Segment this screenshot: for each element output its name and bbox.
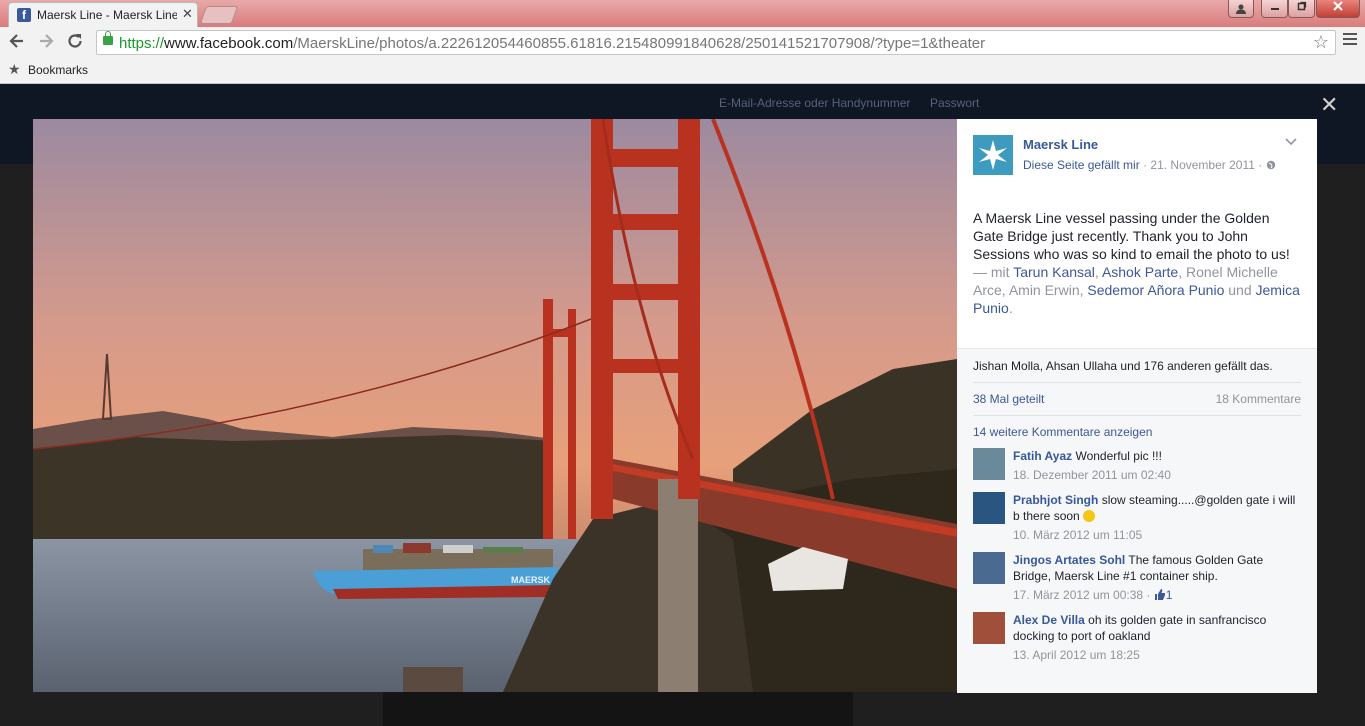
address-bar[interactable]: https://www.facebook.com/MaerskLine/phot… xyxy=(96,30,1336,55)
back-icon[interactable] xyxy=(8,32,26,54)
commenter-name[interactable]: Jingos Artates Sohl xyxy=(1013,553,1125,567)
user-profile-button[interactable] xyxy=(1228,0,1254,18)
restore-button[interactable] xyxy=(1288,0,1315,18)
tab-title: Maersk Line - Maersk Line xyxy=(37,8,177,22)
bookmarks-bar: ★ Bookmarks xyxy=(0,58,1365,84)
tag-link[interactable]: Ashok Parte xyxy=(1102,264,1178,280)
restore-icon xyxy=(1297,1,1306,11)
minimize-icon xyxy=(1270,8,1279,10)
comment-time[interactable]: 18. Dezember 2011 um 02:40 xyxy=(1013,467,1303,483)
commenter-name[interactable]: Fatih Ayaz xyxy=(1013,449,1072,463)
thumbs-up-icon[interactable] xyxy=(1154,588,1166,602)
shares-link[interactable]: 38 Mal geteilt xyxy=(973,392,1044,406)
avatar[interactable] xyxy=(973,612,1005,644)
comment-time[interactable]: 13. April 2012 um 18:25 xyxy=(1013,647,1303,663)
smiley-icon xyxy=(1083,510,1096,522)
browser-tab[interactable]: f Maersk Line - Maersk Line ✕ xyxy=(8,2,198,27)
email-label: E-Mail-Adresse oder Handynummer xyxy=(719,96,911,110)
maersk-logo-avatar[interactable] xyxy=(973,135,1013,175)
menu-icon[interactable] xyxy=(1343,33,1357,48)
like-page-link[interactable]: Diese Seite gefällt mir xyxy=(1023,158,1140,172)
more-comments-link[interactable]: 14 weitere Kommentare anzeigen xyxy=(973,425,1152,439)
facebook-favicon-icon: f xyxy=(17,8,31,22)
window-close-button[interactable] xyxy=(1316,0,1360,18)
avatar[interactable] xyxy=(973,448,1005,480)
photo[interactable]: MAERSK xyxy=(33,119,957,692)
avatar[interactable] xyxy=(973,552,1005,584)
url-text: https://www.facebook.com/MaerskLine/phot… xyxy=(119,35,986,52)
comment-like-count[interactable]: 1 xyxy=(1166,588,1173,602)
comments-count[interactable]: 18 Kommentare xyxy=(1216,392,1301,406)
bookmarks-label[interactable]: Bookmarks xyxy=(28,63,88,77)
page-name-link[interactable]: Maersk Line xyxy=(1023,137,1098,152)
globe-icon xyxy=(1266,160,1275,170)
feedback-section: Jishan Molla, Ahsan Ullaha und 176 ander… xyxy=(957,348,1317,693)
tag-link[interactable]: Sedemor Añora Punio xyxy=(1087,282,1224,298)
minimize-button[interactable] xyxy=(1261,0,1288,18)
divider xyxy=(973,382,1301,383)
new-tab-button[interactable] xyxy=(199,6,239,24)
post-meta: Diese Seite gefällt mir · 21. November 2… xyxy=(1023,158,1276,172)
golden-gate-photo: MAERSK xyxy=(33,119,957,692)
maersk-star-icon xyxy=(979,140,1007,170)
chevron-down-icon[interactable] xyxy=(1285,135,1297,149)
password-label: Passwort xyxy=(930,96,980,110)
browser-toolbar: https://www.facebook.com/MaerskLine/phot… xyxy=(0,27,1365,58)
title-bar: f Maersk Line - Maersk Line ✕ xyxy=(0,0,1365,27)
likes-summary[interactable]: Jishan Molla, Ahsan Ullaha und 176 ander… xyxy=(973,359,1273,373)
divider xyxy=(973,415,1301,416)
reload-icon[interactable] xyxy=(66,32,84,54)
comment-text: Wonderful pic !!! xyxy=(1075,449,1162,463)
close-icon xyxy=(1333,1,1343,11)
ship-name: MAERSK xyxy=(511,575,551,585)
comment-time[interactable]: 10. März 2012 um 11:05 xyxy=(1013,527,1303,543)
forward-icon[interactable] xyxy=(37,32,55,54)
commenter-name[interactable]: Alex De Villa xyxy=(1013,613,1085,627)
close-icon[interactable]: ✕ xyxy=(1320,92,1338,118)
tag-link[interactable]: Tarun Kansal xyxy=(1013,264,1095,280)
tab-close-icon[interactable]: ✕ xyxy=(182,6,193,22)
commenter-name[interactable]: Prabhjot Singh xyxy=(1013,493,1098,507)
bookmark-star-icon: ★ xyxy=(8,61,21,77)
tag-link[interactable]: Amin Erwin xyxy=(1009,282,1080,298)
star-icon[interactable]: ☆ xyxy=(1313,32,1329,53)
thumbnail-strip xyxy=(383,690,853,726)
post-date[interactable]: 21. November 2011 xyxy=(1150,158,1255,172)
user-icon xyxy=(1236,4,1246,14)
post-text: A Maersk Line vessel passing under the G… xyxy=(973,210,1300,316)
lock-icon xyxy=(103,31,113,45)
comment-time[interactable]: 17. März 2012 um 00:38 xyxy=(1013,588,1143,602)
avatar[interactable] xyxy=(973,492,1005,524)
post-panel: Maersk Line Diese Seite gefällt mir · 21… xyxy=(957,119,1317,693)
